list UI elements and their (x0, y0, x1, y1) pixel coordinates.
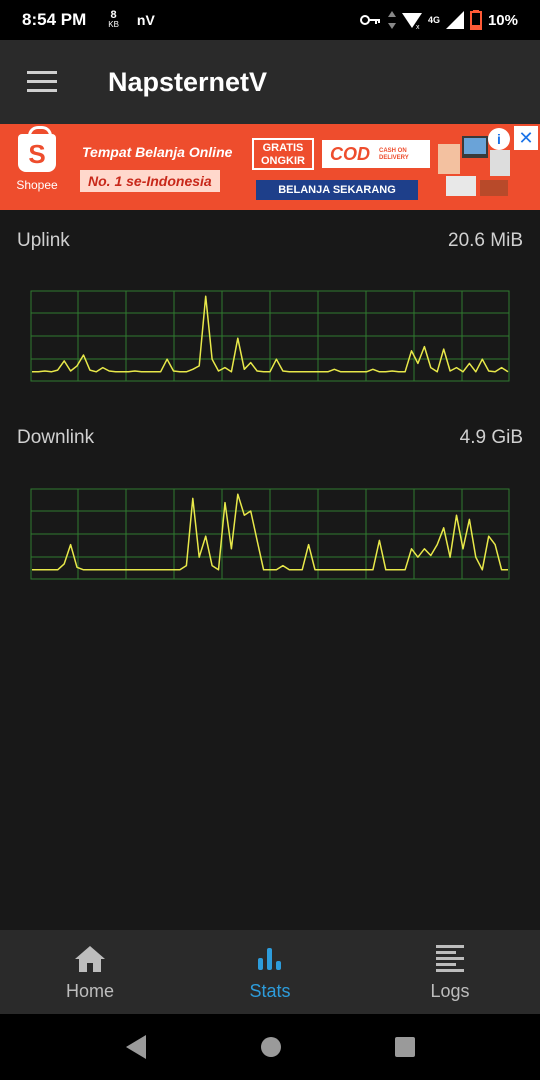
nav-home[interactable]: Home (0, 930, 180, 1014)
nav-logs-label: Logs (430, 980, 470, 1001)
ad-banner[interactable]: S Shopee Tempat Belanja Online No. 1 se-… (0, 124, 540, 210)
downlink-label: Downlink (17, 427, 95, 448)
battery-icon (469, 10, 482, 30)
home-circle-icon[interactable] (260, 1036, 282, 1058)
app-bar: NapsternetV (0, 40, 540, 124)
ad-brand: Shopee (16, 178, 58, 192)
system-navigation (0, 1014, 540, 1080)
uplink-label: Uplink (17, 230, 70, 251)
uplink-value: 20.6 MiB (448, 230, 523, 251)
bottom-navigation: Home Stats Logs (0, 930, 540, 1014)
list-icon (436, 944, 464, 972)
svg-text:x: x (416, 24, 420, 29)
key-icon (359, 15, 380, 25)
wifi-icon: x (401, 13, 422, 29)
ad-tagline: Tempat Belanja Online (82, 144, 233, 160)
ad-tagline-2: No. 1 se-Indonesia (80, 170, 220, 192)
nav-logs[interactable]: Logs (360, 930, 540, 1014)
status-time: 8:54 PM (22, 10, 87, 29)
ad-close-icon[interactable]: ✕ (514, 126, 538, 150)
ad-info-icon[interactable]: i (488, 128, 510, 150)
battery-level: 10% (487, 11, 518, 29)
status-bar: 8:54 PM 8 KB nV x 4G 10% (0, 0, 540, 40)
shopee-logo: S Shopee (8, 126, 66, 202)
status-icons: x 4G 10% (359, 10, 518, 30)
nav-stats[interactable]: Stats (180, 930, 360, 1014)
nav-stats-label: Stats (249, 980, 291, 1001)
uplink-chart (30, 290, 510, 382)
downlink-chart (30, 488, 510, 580)
shopee-bag-icon: S (18, 126, 56, 172)
data-arrows-icon (387, 11, 396, 29)
network-type: 4G (427, 15, 440, 25)
network-speed-unit: KB (108, 20, 119, 29)
hamburger-menu-icon (27, 71, 57, 92)
recents-icon[interactable] (394, 1036, 416, 1058)
network-speed-value: 8 (110, 9, 117, 21)
back-icon[interactable] (124, 1035, 148, 1059)
app-title: NapsternetV (108, 66, 268, 97)
ad-cod: COD CASH ON DELIVERY (322, 140, 430, 168)
ad-cod-label: COD (330, 144, 370, 164)
ad-cod-sub: CASH ON DELIVERY (379, 148, 409, 162)
signal-icon (445, 11, 464, 29)
menu-button[interactable] (0, 40, 84, 124)
downlink-value: 4.9 GiB (459, 427, 523, 448)
network-speed: 8 KB (108, 10, 119, 30)
bar-chart-icon (258, 947, 281, 970)
app-indicator: nV (136, 12, 155, 28)
ad-gratis-ongkir: GRATIS ONGKIR (252, 138, 314, 170)
nav-home-label: Home (65, 980, 114, 1001)
ad-cta-button[interactable]: BELANJA SEKARANG (256, 180, 418, 200)
home-icon (75, 945, 105, 972)
